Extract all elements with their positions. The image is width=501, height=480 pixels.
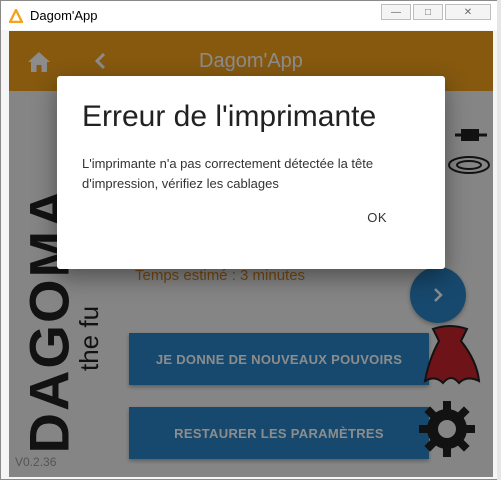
printer-error-dialog: Erreur de l'imprimante L'imprimante n'a … bbox=[57, 76, 445, 269]
dagoma-logo-icon bbox=[9, 9, 23, 23]
maximize-button[interactable]: □ bbox=[413, 4, 443, 20]
app-client-area: Dagom'App DAGOMA the fu V0.2.36 Temps es… bbox=[9, 31, 493, 477]
desktop-edge bbox=[497, 0, 501, 480]
minimize-icon: — bbox=[391, 6, 401, 18]
dialog-title: Erreur de l'imprimante bbox=[82, 100, 377, 133]
close-button[interactable]: ✕ bbox=[445, 4, 491, 20]
app-window: Dagom'App — □ ✕ Dagom'App DAGOMA the fu … bbox=[0, 0, 500, 480]
dialog-message: L'imprimante n'a pas correctement détect… bbox=[82, 156, 374, 191]
ok-button[interactable]: OK bbox=[359, 204, 395, 231]
window-titlebar[interactable]: Dagom'App — □ ✕ bbox=[1, 1, 499, 30]
minimize-button[interactable]: — bbox=[381, 4, 411, 20]
window-controls: — □ ✕ bbox=[381, 4, 491, 20]
window-title: Dagom'App bbox=[30, 8, 98, 23]
maximize-icon: □ bbox=[424, 6, 432, 18]
close-icon: ✕ bbox=[463, 6, 473, 18]
